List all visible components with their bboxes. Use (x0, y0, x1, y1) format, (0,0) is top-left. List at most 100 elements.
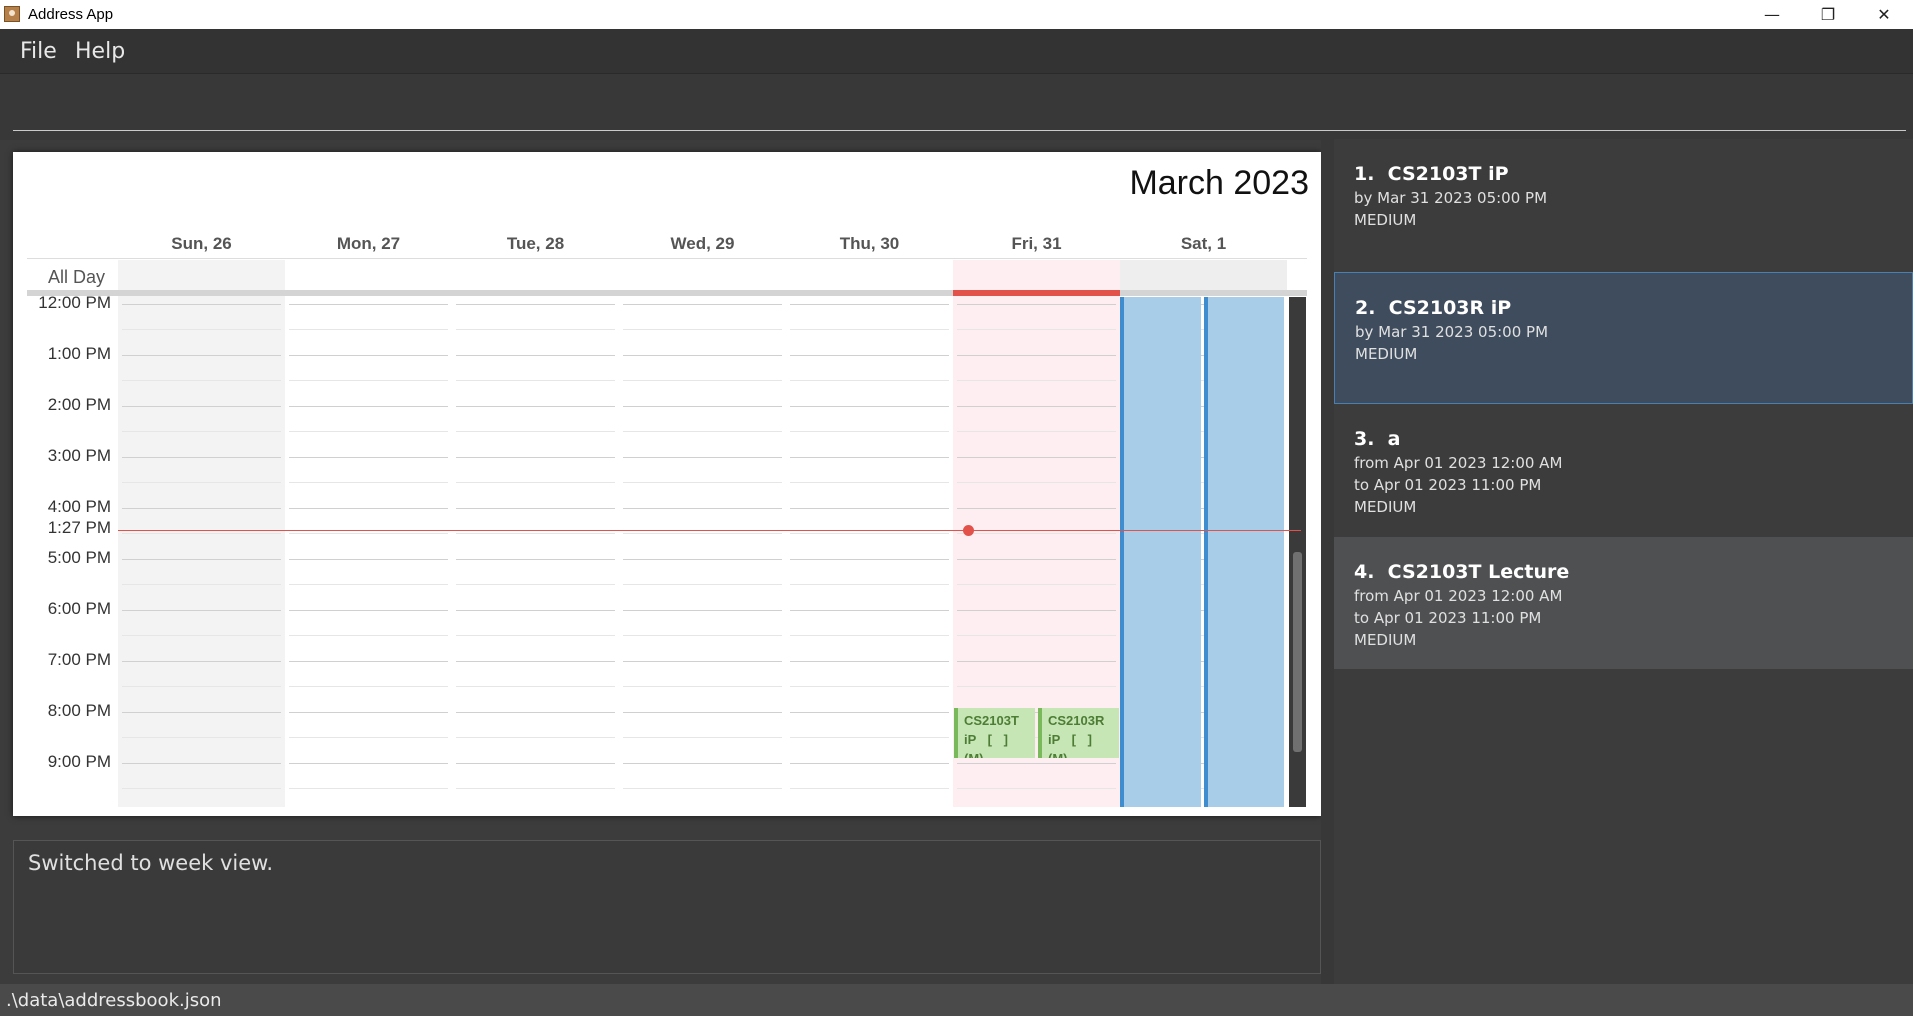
half-hour-gridline (456, 431, 615, 432)
hour-gridline (957, 457, 1116, 458)
hour-gridline (790, 610, 949, 611)
current-time-dot (963, 525, 974, 536)
half-hour-gridline (456, 686, 615, 687)
hour-gridline (289, 457, 448, 458)
half-hour-gridline (289, 788, 448, 789)
task-title: 4. CS2103T Lecture (1354, 561, 1570, 583)
hour-gridline (289, 610, 448, 611)
command-box (0, 73, 1913, 140)
task-card[interactable]: 3. a from Apr 01 2023 12:00 AM to Apr 01 2… (1334, 404, 1913, 536)
calendar-event[interactable]: CS2103R iP [ ] (M) (1038, 708, 1119, 758)
hour-label: 2:00 PM (47, 395, 111, 414)
hour-label: 5:00 PM (47, 548, 111, 567)
hour-gridline (790, 712, 949, 713)
hour-gridline (122, 406, 281, 407)
half-hour-gridline (623, 788, 782, 789)
hour-gridline (957, 763, 1116, 764)
restore-icon[interactable]: ❐ (1799, 0, 1857, 29)
half-hour-gridline (289, 533, 448, 534)
half-hour-gridline (456, 788, 615, 789)
hour-gridline (623, 304, 782, 305)
half-hour-gridline (623, 533, 782, 534)
calendar-scroll-thumb[interactable] (1293, 552, 1302, 752)
menu-bar: File Help (0, 29, 1913, 73)
current-time-line (118, 530, 1301, 531)
half-hour-gridline (122, 737, 281, 738)
task-title: 2. CS2103R iP (1355, 297, 1512, 319)
task-detail: MEDIUM (1354, 211, 1417, 229)
hour-gridline (623, 661, 782, 662)
day-header: Thu, 30 (839, 234, 900, 253)
half-hour-gridline (790, 380, 949, 381)
hour-gridline (122, 304, 281, 305)
hour-gridline (790, 763, 949, 764)
half-hour-gridline (456, 584, 615, 585)
minimize-icon[interactable]: — (1743, 0, 1801, 29)
half-hour-gridline (122, 482, 281, 483)
half-hour-gridline (122, 380, 281, 381)
calendar-scrollbar[interactable] (1289, 297, 1306, 807)
hour-gridline (957, 406, 1116, 407)
half-hour-gridline (122, 686, 281, 687)
half-hour-gridline (289, 737, 448, 738)
hour-gridline (289, 304, 448, 305)
half-hour-gridline (122, 329, 281, 330)
task-card[interactable]: 1. CS2103T iP by Mar 31 2023 05:00 PM MEDI… (1334, 139, 1913, 271)
hour-gridline (790, 661, 949, 662)
task-card[interactable]: 2. CS2103R iP by Mar 31 2023 05:00 PM MEDI… (1334, 272, 1913, 404)
hour-gridline (122, 355, 281, 356)
all-day-event-block[interactable] (1120, 297, 1201, 807)
hour-gridline (456, 712, 615, 713)
hour-gridline (122, 457, 281, 458)
task-detail: from Apr 01 2023 12:00 AM (1354, 587, 1563, 605)
half-hour-gridline (957, 380, 1116, 381)
close-icon[interactable]: ✕ (1855, 0, 1913, 29)
hour-label: 7:00 PM (47, 650, 111, 669)
hour-gridline (623, 610, 782, 611)
task-detail: to Apr 01 2023 11:00 PM (1354, 476, 1542, 494)
task-detail: to Apr 01 2023 11:00 PM (1354, 609, 1542, 627)
task-card[interactable]: 4. CS2103T Lecture from Apr 01 2023 12:00… (1334, 537, 1913, 669)
half-hour-gridline (289, 380, 448, 381)
hour-gridline (456, 355, 615, 356)
calendar-event[interactable]: CS2103T iP [ ] (M) (954, 708, 1035, 758)
hour-gridline (623, 712, 782, 713)
hour-label: 12:00 PM (38, 293, 111, 312)
hour-gridline (790, 304, 949, 305)
hour-gridline (790, 508, 949, 509)
hour-gridline (456, 304, 615, 305)
half-hour-gridline (790, 482, 949, 483)
app-icon (4, 6, 20, 22)
result-text: Switched to week view. (28, 851, 274, 875)
half-hour-gridline (623, 686, 782, 687)
menu-help[interactable]: Help (75, 39, 125, 64)
half-hour-gridline (790, 686, 949, 687)
half-hour-gridline (957, 635, 1116, 636)
hour-gridline (957, 559, 1116, 560)
hour-gridline (623, 355, 782, 356)
day-header: Tue, 28 (506, 234, 565, 253)
week-calendar: March 2023 All Day Sun, 26 Mon, 27 Tue, 28… (13, 152, 1321, 816)
hour-gridline (289, 559, 448, 560)
task-list-panel: 1. CS2103T iP by Mar 31 2023 05:00 PM MEDI… (1334, 139, 1913, 984)
half-hour-gridline (623, 482, 782, 483)
task-detail: MEDIUM (1354, 498, 1417, 516)
task-title: 1. CS2103T iP (1354, 163, 1509, 185)
panel-splitter[interactable] (1321, 139, 1334, 984)
hour-gridline (456, 559, 615, 560)
half-hour-gridline (623, 329, 782, 330)
half-hour-gridline (122, 635, 281, 636)
half-hour-gridline (456, 533, 615, 534)
task-detail: by Mar 31 2023 05:00 PM (1355, 323, 1549, 341)
hour-gridline (122, 763, 281, 764)
menu-file[interactable]: File (20, 39, 57, 64)
today-indicator (953, 290, 1120, 296)
hour-gridline (957, 355, 1116, 356)
hour-gridline (790, 406, 949, 407)
day-header: Fri, 31 (1011, 234, 1062, 253)
month-title: March 2023 (1129, 164, 1309, 202)
half-hour-gridline (289, 431, 448, 432)
half-hour-gridline (790, 635, 949, 636)
all-day-event-block[interactable] (1204, 297, 1284, 807)
command-input[interactable] (13, 74, 1906, 131)
